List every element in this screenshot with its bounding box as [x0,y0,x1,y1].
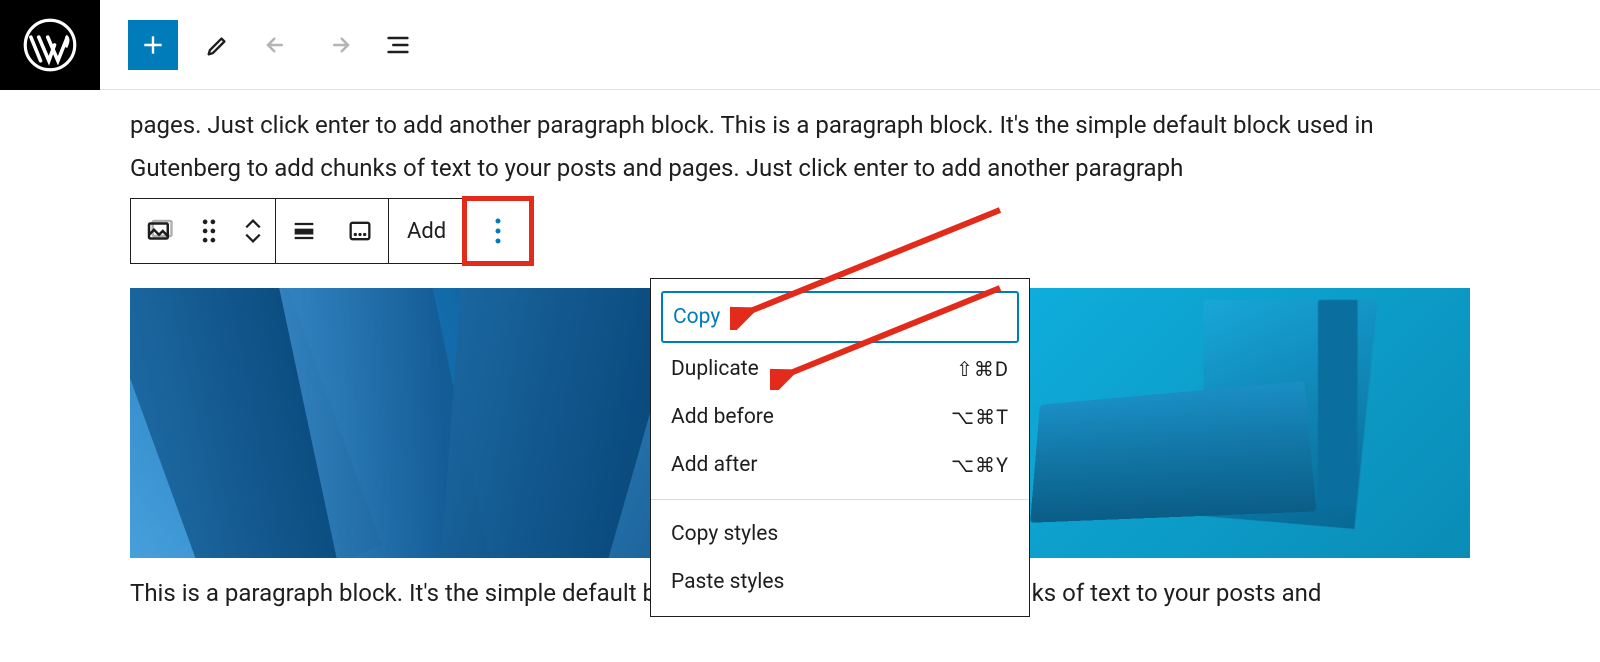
menu-section-1: Copy Duplicate ⇧⌘D Add before ⌥⌘T Add af… [651,279,1029,499]
chevron-down-icon [244,232,262,244]
outline-icon [384,31,412,59]
toolbar-group-block [131,199,276,263]
wordpress-logo[interactable] [0,0,100,90]
undo-button[interactable] [258,25,298,65]
menu-item-shortcut: ⇧⌘D [956,357,1009,381]
block-type-button[interactable] [131,199,187,263]
drag-handle[interactable] [187,199,231,263]
menu-item-duplicate[interactable]: Duplicate ⇧⌘D [651,345,1029,393]
menu-item-add-after[interactable]: Add after ⌥⌘Y [651,441,1029,489]
edit-tool-button[interactable] [198,25,238,65]
drag-icon [200,218,218,244]
align-icon [290,217,318,245]
menu-item-add-before[interactable]: Add before ⌥⌘T [651,393,1029,441]
align-button[interactable] [276,199,332,263]
undo-icon [263,30,293,60]
chevron-up-icon [244,218,262,230]
options-button[interactable] [465,199,531,263]
toolbar-group-align [276,199,389,263]
add-button[interactable]: Add [389,199,464,263]
menu-item-label: Add before [671,405,774,429]
editor-topbar [0,0,1600,90]
options-menu: Copy Duplicate ⇧⌘D Add before ⌥⌘T Add af… [650,278,1030,617]
caption-icon [346,217,374,245]
caption-button[interactable] [332,199,388,263]
menu-item-paste-styles[interactable]: Paste styles [651,558,1029,606]
menu-item-label: Add after [671,453,757,477]
toolbar-group-add: Add [389,199,465,263]
document-overview-button[interactable] [378,25,418,65]
block-toolbar: Add [130,198,532,264]
more-vertical-icon [494,216,502,246]
gallery-image-2[interactable] [965,288,1470,558]
menu-section-2: Copy styles Paste styles [651,499,1029,616]
top-actions [100,20,418,70]
move-buttons[interactable] [231,199,275,263]
menu-item-shortcut: ⌥⌘Y [951,453,1009,477]
plus-icon [140,32,166,58]
paragraph-top[interactable]: pages. Just click enter to add another p… [130,104,1470,190]
gallery-icon [144,216,174,246]
redo-icon [323,30,353,60]
redo-button[interactable] [318,25,358,65]
menu-item-label: Copy styles [671,522,778,546]
menu-item-label: Copy [673,305,720,329]
add-block-button[interactable] [128,20,178,70]
pencil-icon [204,31,232,59]
menu-item-copy-styles[interactable]: Copy styles [651,510,1029,558]
menu-item-copy[interactable]: Copy [661,291,1019,343]
menu-item-label: Paste styles [671,570,784,594]
menu-item-shortcut: ⌥⌘T [951,405,1009,429]
menu-item-label: Duplicate [671,357,759,381]
